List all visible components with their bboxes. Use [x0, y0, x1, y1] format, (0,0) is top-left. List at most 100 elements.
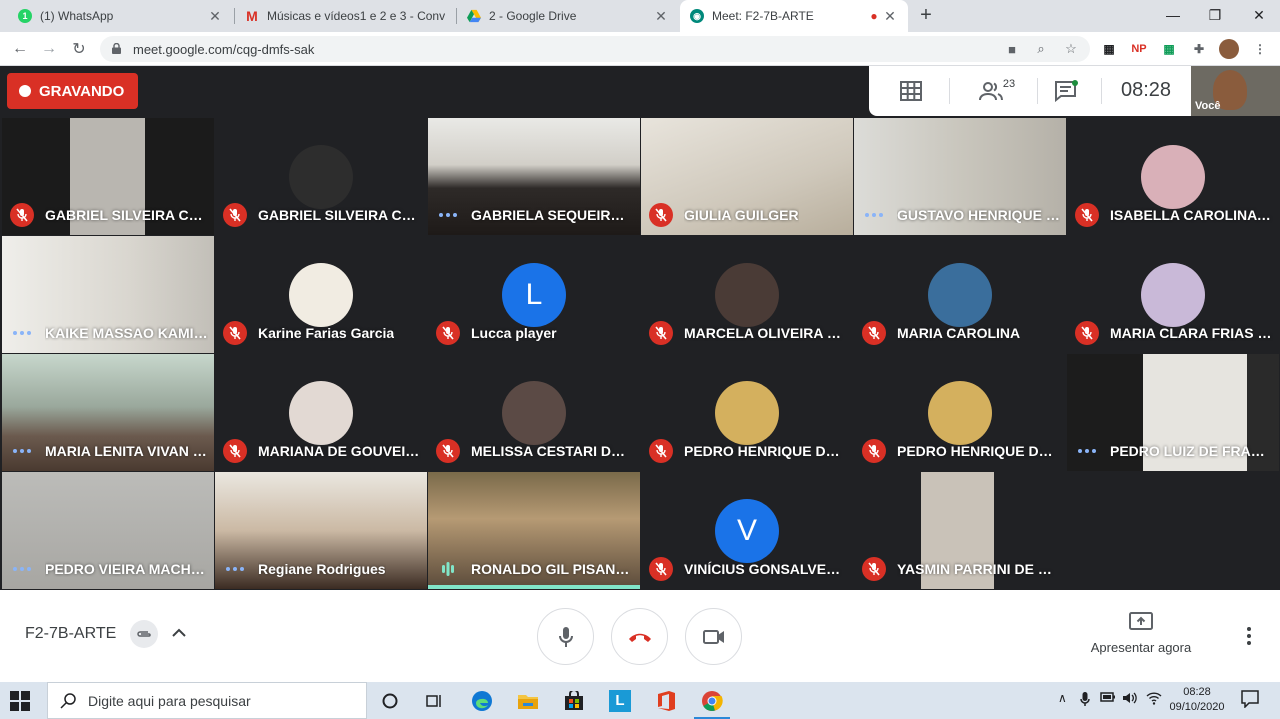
camera-button[interactable] — [685, 608, 742, 665]
participant-name: PEDRO VIEIRA MACHADO — [45, 561, 208, 577]
extensions-puzzle-icon[interactable]: ✚ — [1190, 40, 1208, 58]
participant-tile[interactable]: Regiane Rodrigues — [215, 472, 427, 589]
taskbar-search-box[interactable]: Digite aqui para pesquisar — [47, 682, 367, 719]
participant-tile[interactable]: PEDRO HENRIQUE DE A... — [641, 354, 853, 471]
close-tab-icon[interactable]: ✕ — [882, 8, 898, 25]
hang-up-icon — [628, 633, 651, 642]
volume-icon[interactable] — [1122, 691, 1138, 708]
office-icon[interactable] — [644, 682, 688, 719]
extension-grid-icon[interactable]: ▦ — [1100, 40, 1118, 58]
back-button[interactable]: ← — [9, 38, 31, 60]
participant-nameplate: ISABELLA CAROLINA AL... — [1075, 203, 1273, 227]
bookmark-star-icon[interactable]: ☆ — [1062, 40, 1080, 58]
minimize-button[interactable]: — — [1150, 0, 1196, 30]
participant-name: Lucca player — [471, 325, 557, 341]
participant-tile[interactable]: GABRIEL SILVEIRA CAR... — [215, 118, 427, 235]
wifi-icon[interactable] — [1146, 691, 1162, 708]
participant-tile[interactable]: GABRIEL SILVEIRA CAR... — [2, 118, 214, 235]
participant-tile[interactable]: GUSTAVO HENRIQUE SO... — [854, 118, 1066, 235]
participant-name: RONALDO GIL PISANESKI — [471, 561, 634, 577]
more-options-icon[interactable] — [1240, 624, 1258, 648]
participant-tile[interactable]: PEDRO LUIZ DE FRANÇA... — [1067, 354, 1279, 471]
microphone-off-icon — [862, 321, 886, 345]
participant-tile[interactable]: KAIKE MASSAO KAMID... — [2, 236, 214, 353]
participant-tile[interactable]: MARIA CLARA FRIAS GA... — [1067, 236, 1279, 353]
present-now-button[interactable]: Apresentar agora — [1080, 612, 1202, 655]
cortana-icon[interactable] — [368, 682, 412, 719]
profile-avatar[interactable] — [1219, 39, 1239, 59]
extension-sheets-icon[interactable]: ▦ — [1160, 40, 1178, 58]
participant-photo-avatar — [1141, 145, 1205, 209]
close-tab-icon[interactable]: ✕ — [207, 8, 223, 25]
tab-google-drive[interactable]: 2 - Google Drive ✕ — [457, 0, 679, 32]
chevron-up-icon[interactable] — [170, 624, 188, 642]
self-view-tile[interactable]: Você — [1191, 66, 1280, 116]
participant-tile[interactable]: PEDRO HENRIQUE DE A... — [854, 354, 1066, 471]
zoom-icon[interactable]: ⌕ — [1032, 40, 1050, 58]
chrome-taskbar-icon[interactable] — [690, 682, 734, 719]
participant-name: MARIA CLARA FRIAS GA... — [1110, 325, 1273, 341]
participant-tile[interactable]: MARIANA DE GOUVEIA ... — [215, 354, 427, 471]
participant-name: GABRIELA SEQUEIRA LA... — [471, 207, 634, 223]
participant-tile[interactable]: ISABELLA CAROLINA AL... — [1067, 118, 1279, 235]
extension-np-icon[interactable]: NP — [1130, 40, 1148, 58]
file-explorer-icon[interactable] — [506, 682, 550, 719]
layout-grid-icon[interactable] — [899, 79, 923, 103]
omnibox[interactable]: meet.google.com/cqg-dmfs-sak ■ ⌕ ☆ — [100, 36, 1090, 62]
tray-microphone-icon[interactable] — [1080, 691, 1090, 710]
attachment-icon[interactable] — [130, 620, 158, 648]
google-drive-icon — [467, 9, 481, 23]
participant-tile[interactable]: MARCELA OLIVEIRA PU... — [641, 236, 853, 353]
lexia-app-icon[interactable]: L — [598, 682, 642, 719]
participants-button[interactable]: 23 — [977, 78, 1017, 103]
participant-tile[interactable]: MARIA CAROLINA — [854, 236, 1066, 353]
participant-tile[interactable]: GABRIELA SEQUEIRA LA... — [428, 118, 640, 235]
participant-nameplate: Regiane Rodrigues — [223, 557, 421, 581]
reload-button[interactable]: ↻ — [68, 38, 90, 60]
participant-tile[interactable]: MARIA LENITA VIVAN M... — [2, 354, 214, 471]
task-view-icon[interactable] — [412, 682, 456, 719]
close-tab-icon[interactable]: ✕ — [653, 8, 669, 25]
tab-whatsapp[interactable]: 1 (1) WhatsApp ✕ — [8, 0, 233, 32]
forward-button[interactable]: → — [38, 38, 60, 60]
system-date: 09/10/2020 — [1169, 701, 1225, 713]
recording-label: GRAVANDO — [39, 82, 125, 100]
participant-photo-avatar — [289, 145, 353, 209]
browser-menu-icon[interactable]: ⋮ — [1251, 40, 1269, 58]
leave-call-button[interactable] — [611, 608, 668, 665]
microphone-off-icon — [649, 439, 673, 463]
chat-icon — [1055, 80, 1078, 102]
windows-start-icon[interactable] — [10, 691, 30, 711]
microphone-button[interactable] — [537, 608, 594, 665]
participant-tile[interactable]: GIULIA GUILGER — [641, 118, 853, 235]
participant-nameplate: GABRIEL SILVEIRA CAR... — [223, 203, 421, 227]
participant-tile[interactable]: Karine Farias Garcia — [215, 236, 427, 353]
battery-icon[interactable] — [1100, 691, 1116, 706]
close-window-button[interactable]: ✕ — [1236, 0, 1280, 30]
participant-tile[interactable]: V VINÍCIUS GONSALVES F... — [641, 472, 853, 589]
tab-gmail[interactable]: M Músicas e vídeos1 e 2 e 3 - Conv — [235, 0, 455, 32]
tab-meet[interactable]: ◉ Meet: F2-7B-ARTE ● ✕ — [680, 0, 908, 32]
chat-button[interactable] — [1053, 79, 1079, 103]
participant-tile[interactable]: MELISSA CESTARI DA SI... — [428, 354, 640, 471]
notifications-icon[interactable] — [1241, 690, 1259, 711]
microphone-icon — [558, 626, 573, 647]
whatsapp-icon: 1 — [18, 9, 32, 23]
participant-tile[interactable]: PEDRO VIEIRA MACHADO — [2, 472, 214, 589]
store-icon[interactable] — [552, 682, 596, 719]
edge-icon[interactable] — [460, 682, 504, 719]
camera-in-use-icon[interactable]: ■ — [1003, 40, 1021, 58]
participant-name: GABRIEL SILVEIRA CAR... — [258, 207, 421, 223]
participant-name: ISABELLA CAROLINA AL... — [1110, 207, 1273, 223]
system-clock[interactable]: 08:28 09/10/2020 — [1166, 685, 1228, 715]
participant-tile[interactable]: L Lucca player — [428, 236, 640, 353]
participant-name: MARIA CAROLINA — [897, 325, 1021, 341]
microphone-off-icon — [649, 321, 673, 345]
tray-overflow-icon[interactable]: ∧ — [1058, 691, 1067, 705]
meeting-name[interactable]: F2-7B-ARTE — [25, 625, 116, 643]
participant-tile[interactable]: RONALDO GIL PISANESKI — [428, 472, 640, 589]
new-tab-button[interactable]: + — [915, 4, 937, 26]
maximize-button[interactable]: ❐ — [1192, 0, 1238, 30]
participant-nameplate: GIULIA GUILGER — [649, 203, 847, 227]
participant-tile[interactable]: YASMIN PARRINI DE MO... — [854, 472, 1066, 589]
